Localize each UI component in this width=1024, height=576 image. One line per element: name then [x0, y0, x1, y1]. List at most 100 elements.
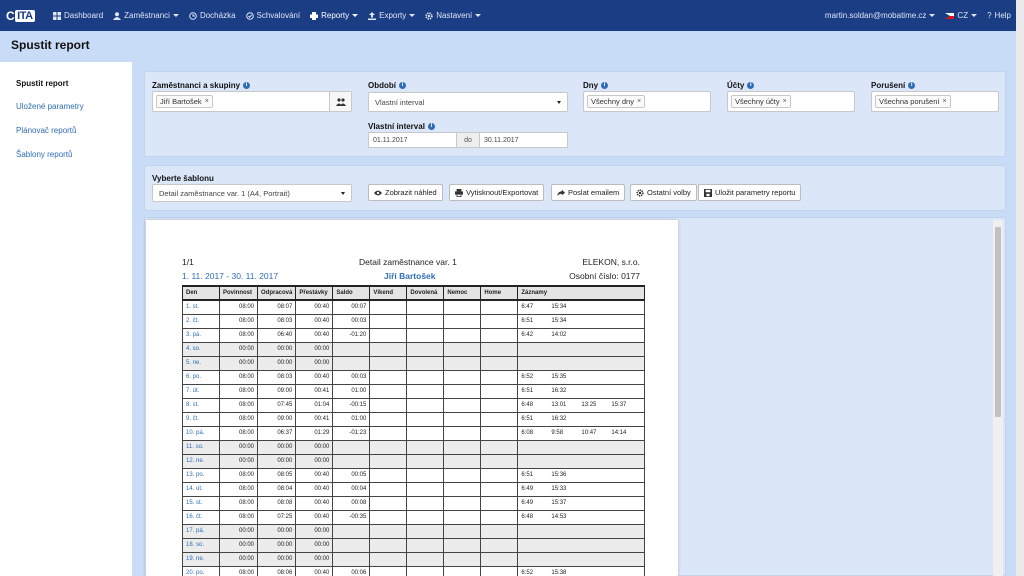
page-scrollbar[interactable]: [1016, 0, 1024, 576]
day-cell[interactable]: 10. pá.: [182, 425, 220, 441]
sickness-cell: [443, 453, 482, 469]
logo-c-icon: C: [6, 8, 15, 23]
record-time: 6:42: [521, 332, 534, 338]
preview-scrollbar[interactable]: [993, 220, 1003, 576]
day-cell[interactable]: 2. čt.: [182, 313, 220, 329]
day-cell[interactable]: 3. pá.: [182, 327, 220, 343]
sickness-cell: [443, 537, 482, 553]
sickness-cell: [443, 411, 482, 427]
record-time: 6:47: [521, 304, 534, 311]
other-options-button[interactable]: Ostatní volby: [630, 184, 697, 201]
nav-item-label: Reporty: [321, 11, 350, 20]
record-time: 6:51: [521, 416, 534, 422]
column-header: Dovolená: [406, 285, 445, 301]
period-select[interactable]: Vlastní interval: [368, 92, 568, 112]
day-cell[interactable]: 11. so.: [182, 439, 220, 455]
info-icon[interactable]: i: [747, 82, 755, 89]
table-row: 12. ne. 00:00 00:00 00:00: [182, 453, 646, 469]
day-cell[interactable]: 9. čt.: [182, 411, 220, 427]
day-cell[interactable]: 1. st.: [182, 299, 220, 315]
sidebar-item-report-scheduler[interactable]: Plánovač reportů: [16, 126, 76, 135]
record-time: 6:51: [521, 472, 534, 478]
day-cell[interactable]: 14. út.: [182, 481, 220, 497]
save-params-button[interactable]: Uložit parametry reportu: [698, 184, 802, 201]
records-cell: 6:51 15:34: [517, 313, 646, 329]
balance-cell: -00:15: [332, 397, 371, 413]
remove-tag-icon[interactable]: ×: [783, 98, 787, 105]
language-menu[interactable]: CZ: [940, 11, 982, 20]
sickness-cell: [443, 327, 482, 343]
send-email-button[interactable]: Poslat emailem: [551, 184, 626, 201]
scrollbar-thumb[interactable]: [995, 227, 1001, 417]
table-row: 19. ne. 00:00 00:00 00:00: [182, 551, 646, 567]
days-select[interactable]: Všechny dny ×: [583, 91, 711, 112]
day-cell[interactable]: 8. st.: [182, 397, 220, 413]
weekend-cell: [369, 383, 408, 399]
vacation-cell: [406, 537, 445, 553]
remove-tag-icon[interactable]: ×: [637, 98, 641, 105]
employees-select[interactable]: Jiří Bartošek ×: [152, 91, 352, 112]
template-select[interactable]: Detail zaměstnance var. 1 (A4, Portrait): [152, 184, 352, 202]
print-export-button[interactable]: Vytisknout/Exportovat: [449, 184, 545, 201]
remove-tag-icon[interactable]: ×: [205, 98, 209, 105]
day-cell[interactable]: 6. po.: [182, 369, 220, 385]
weekend-cell: [369, 439, 408, 455]
home-cell: [480, 397, 519, 413]
sidebar-item-report-templates[interactable]: Šablony reportů: [16, 150, 72, 159]
date-to-input[interactable]: 30.11.2017: [479, 132, 568, 148]
chevron-down-icon: [409, 14, 416, 17]
app-logo[interactable]: C ITA: [6, 7, 42, 25]
info-icon[interactable]: i: [908, 82, 916, 89]
nav-item-user[interactable]: Zaměstnanci: [108, 0, 184, 31]
day-cell[interactable]: 18. so.: [182, 537, 220, 553]
nav-item-check-circle[interactable]: Schvalování: [241, 0, 306, 31]
nav-item-dashboard[interactable]: Dashboard: [48, 0, 108, 31]
sickness-cell: [443, 397, 482, 413]
vacation-cell: [406, 383, 445, 399]
day-cell[interactable]: 20. po.: [182, 565, 220, 576]
sidebar-item-saved-params[interactable]: Uložené parametry: [16, 102, 84, 111]
balance-cell: -01:23: [332, 425, 371, 441]
record-time: 16:32: [551, 416, 567, 422]
help-link[interactable]: ? Help: [982, 11, 1016, 20]
day-cell[interactable]: 4. so.: [182, 341, 220, 357]
sidebar-item-run-report[interactable]: Spustit report: [16, 79, 68, 88]
breaks-cell: 00:00: [295, 439, 334, 455]
nav-item-gear[interactable]: Nastavení: [420, 0, 486, 31]
balance-cell: [332, 551, 371, 567]
sickness-cell: [443, 495, 482, 511]
date-from-input[interactable]: 01.11.2017: [368, 132, 457, 148]
day-cell[interactable]: 13. po.: [182, 467, 220, 483]
nav-item-print[interactable]: Reporty: [305, 0, 363, 31]
remove-tag-icon[interactable]: ×: [942, 98, 946, 105]
weekend-cell: [369, 355, 408, 371]
day-cell[interactable]: 17. pá.: [182, 523, 220, 539]
accounts-select[interactable]: Všechny účty ×: [727, 91, 855, 112]
day-cell[interactable]: 7. út.: [182, 383, 220, 399]
groups-button[interactable]: [329, 92, 351, 111]
info-icon[interactable]: i: [399, 82, 406, 89]
info-icon[interactable]: i: [243, 82, 251, 89]
info-icon[interactable]: i: [601, 82, 609, 89]
weekend-cell: [369, 369, 408, 385]
obligation-cell: 00:00: [219, 341, 258, 357]
day-cell[interactable]: 16. čt.: [182, 509, 220, 525]
user-menu[interactable]: martin.soldan@mobatime.cz: [820, 11, 941, 20]
day-cell[interactable]: 12. ne.: [182, 453, 220, 469]
sickness-cell: [443, 341, 482, 357]
day-cell[interactable]: 19. ne.: [182, 551, 220, 567]
preview-button[interactable]: Zobrazit náhled: [368, 184, 443, 201]
violations-select[interactable]: Všechna porušení ×: [871, 91, 999, 112]
balance-cell: 00:08: [332, 495, 371, 511]
obligation-cell: 08:00: [219, 299, 258, 315]
employee-tag-label: Jiří Bartošek: [160, 97, 202, 106]
day-cell[interactable]: 5. ne.: [182, 355, 220, 371]
nav-item-clock[interactable]: Docházka: [184, 0, 241, 31]
obligation-cell: 08:00: [219, 313, 258, 329]
top-navbar: C ITA Dashboard Zaměstnanci Docházka Schvalo…: [0, 0, 1016, 31]
balance-cell: [332, 355, 371, 371]
nav-item-upload[interactable]: Exporty: [363, 0, 420, 31]
record-time: 15:33: [551, 486, 567, 492]
day-cell[interactable]: 15. st.: [182, 495, 220, 511]
info-icon[interactable]: i: [427, 123, 435, 130]
